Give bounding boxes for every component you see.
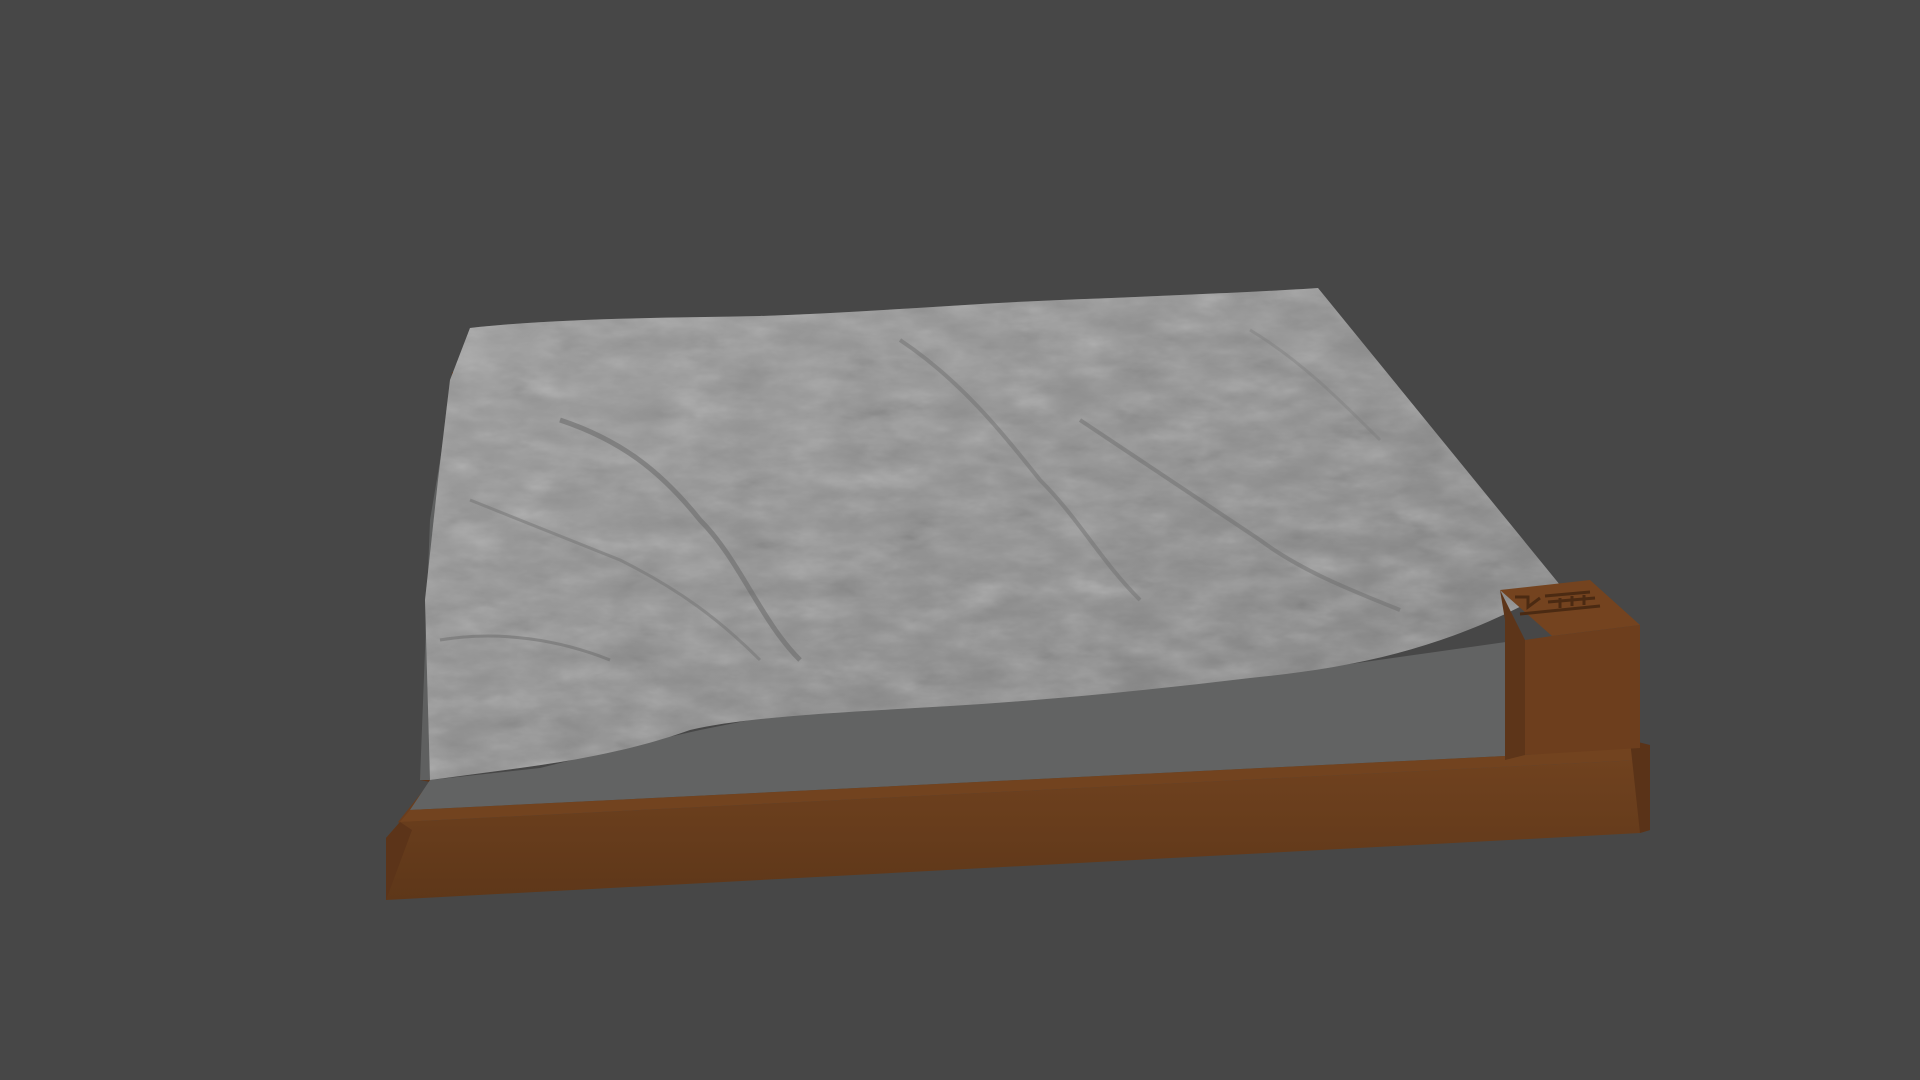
3d-viewport[interactable] xyxy=(0,0,1920,1080)
label-block xyxy=(1500,580,1640,760)
label-block-front xyxy=(1525,625,1640,755)
terrain-model-render xyxy=(386,288,1650,900)
